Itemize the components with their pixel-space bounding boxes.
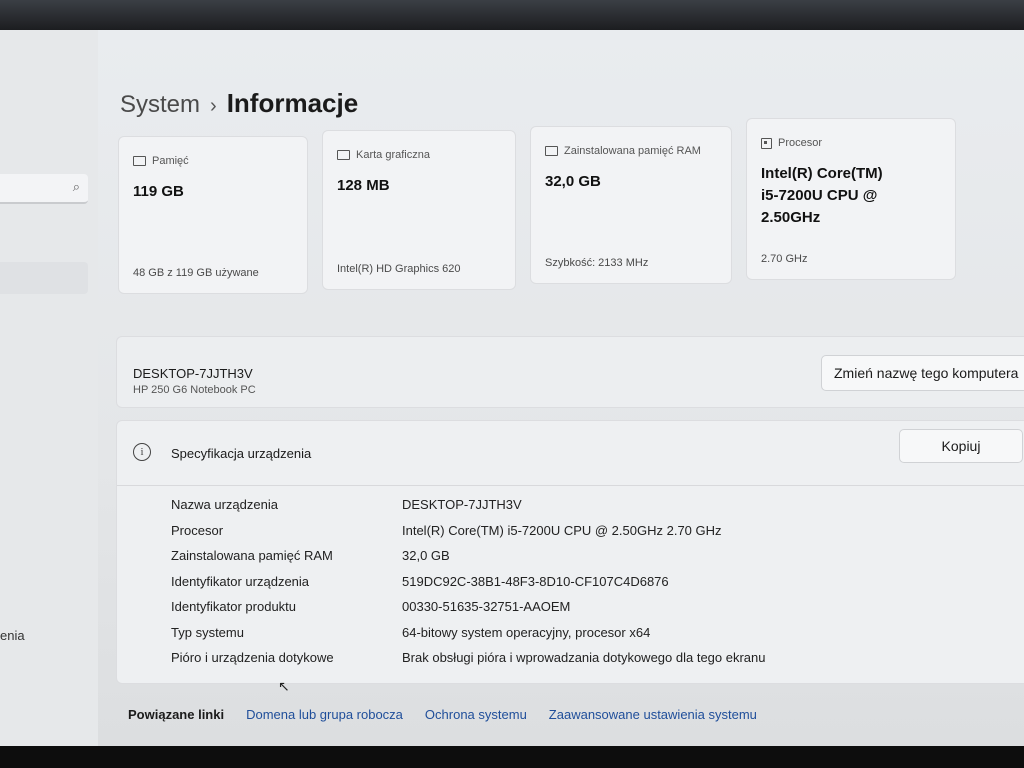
device-spec-title: Specyfikacja urządzenia bbox=[171, 446, 312, 461]
storage-icon bbox=[133, 156, 146, 166]
sidebar: ⌕ enia bbox=[0, 30, 98, 746]
spec-label: Typ systemu bbox=[171, 624, 244, 640]
storage-card-value: 119 GB bbox=[133, 183, 184, 200]
cpu-card-value: Intel(R) Core(TM) i5-7200U CPU @ 2.50GHz bbox=[761, 163, 883, 229]
spec-value: 32,0 GB bbox=[402, 548, 450, 563]
spec-row: Typ systemu 64-bitowy system operacyjny,… bbox=[117, 621, 1024, 647]
gpu-icon bbox=[337, 150, 350, 160]
device-spec-header[interactable]: i Specyfikacja urządzenia Kopiuj bbox=[117, 421, 1024, 486]
device-name-row: DESKTOP-7JJTH3V HP 250 G6 Notebook PC Zm… bbox=[116, 336, 1024, 408]
ram-card[interactable]: Zainstalowana pamięć RAM 32,0 GB Szybkoś… bbox=[530, 126, 732, 284]
spec-value: 00330-51635-32751-AAOEM bbox=[402, 599, 571, 614]
spec-label: Zainstalowana pamięć RAM bbox=[171, 548, 333, 563]
search-icon: ⌕ bbox=[72, 179, 80, 194]
screen-bezel-top bbox=[0, 0, 1024, 30]
spec-row: Procesor Intel(R) Core(TM) i5-7200U CPU … bbox=[117, 519, 1024, 545]
related-links: Powiązane linki Domena lub grupa robocza… bbox=[116, 694, 1024, 734]
spec-label: Nazwa urządzenia bbox=[171, 497, 278, 512]
cpu-card-value-line: Intel(R) Core(TM) bbox=[761, 165, 883, 182]
device-spec-section: i Specyfikacja urządzenia Kopiuj Nazwa u… bbox=[116, 420, 1024, 684]
ram-card-value: 32,0 GB bbox=[545, 173, 601, 190]
sidebar-search-input[interactable]: ⌕ bbox=[0, 174, 88, 204]
sidebar-item-label[interactable]: enia bbox=[0, 628, 25, 643]
spec-label: Identyfikator urządzenia bbox=[171, 573, 310, 589]
cpu-card-value-line: 2.50GHz bbox=[761, 209, 821, 226]
ram-card-title: Zainstalowana pamięć RAM bbox=[564, 145, 701, 157]
spec-label: Procesor bbox=[171, 522, 224, 538]
device-model: HP 250 G6 Notebook PC bbox=[133, 384, 256, 396]
spec-row: Identyfikator urządzenia 519DC92C-38B1-4… bbox=[117, 570, 1024, 596]
spec-row: Nazwa urządzenia DESKTOP-7JJTH3V bbox=[117, 493, 1024, 519]
ram-card-sub: Szybkość: 2133 MHz bbox=[545, 257, 649, 269]
breadcrumb: System › Informacje bbox=[120, 88, 358, 119]
copy-button[interactable]: Kopiuj bbox=[899, 429, 1023, 463]
info-icon: i bbox=[133, 443, 151, 461]
gpu-card-title: Karta graficzna bbox=[356, 149, 430, 161]
storage-card-title-row: Pamięć bbox=[133, 155, 189, 167]
gpu-card[interactable]: Karta graficzna 128 MB Intel(R) HD Graph… bbox=[322, 130, 516, 290]
spec-value: Brak obsługi pióra i wprowadzania dotyko… bbox=[402, 650, 766, 665]
spec-row: Zainstalowana pamięć RAM 32,0 GB bbox=[117, 544, 1024, 570]
mouse-cursor-icon: ↖ bbox=[278, 678, 290, 694]
link-domain-workgroup[interactable]: Domena lub grupa robocza bbox=[246, 707, 403, 722]
storage-card-sub: 48 GB z 119 GB używane bbox=[133, 267, 259, 279]
spec-label: Identyfikator produktu bbox=[171, 599, 297, 614]
device-spec-list: Nazwa urządzenia DESKTOP-7JJTH3V Proceso… bbox=[117, 493, 1024, 672]
cpu-card-title-row: Procesor bbox=[761, 137, 822, 149]
cpu-card-value-line: i5-7200U CPU @ bbox=[761, 187, 878, 204]
link-system-protection[interactable]: Ochrona systemu bbox=[425, 707, 527, 722]
sidebar-item-selected[interactable] bbox=[0, 262, 88, 294]
screen-bezel-bottom bbox=[0, 746, 1024, 768]
settings-window: ⌕ enia System › Informacje Pamięć 119 GB… bbox=[0, 30, 1024, 746]
link-advanced-system-settings[interactable]: Zaawansowane ustawienia systemu bbox=[549, 707, 757, 722]
cpu-card[interactable]: Procesor Intel(R) Core(TM) i5-7200U CPU … bbox=[746, 118, 956, 280]
spec-value: Intel(R) Core(TM) i5-7200U CPU @ 2.50GHz… bbox=[402, 522, 722, 538]
chevron-right-icon: › bbox=[210, 95, 217, 117]
page-title: Informacje bbox=[226, 88, 359, 118]
spec-value: 519DC92C-38B1-48F3-8D10-CF107C4D6876 bbox=[402, 573, 669, 589]
spec-row: Pióro i urządzenia dotykowe Brak obsługi… bbox=[117, 646, 1024, 672]
cpu-icon bbox=[761, 137, 772, 149]
spec-value: 64-bitowy system operacyjny, procesor x6… bbox=[402, 624, 651, 640]
cpu-card-sub: 2.70 GHz bbox=[761, 253, 808, 265]
gpu-card-title-row: Karta graficzna bbox=[337, 149, 430, 161]
rename-pc-button[interactable]: Zmień nazwę tego komputera bbox=[821, 355, 1024, 391]
ram-card-title-row: Zainstalowana pamięć RAM bbox=[545, 145, 701, 157]
breadcrumb-parent[interactable]: System bbox=[120, 91, 200, 119]
storage-card[interactable]: Pamięć 119 GB 48 GB z 119 GB używane bbox=[118, 136, 308, 294]
storage-card-title: Pamięć bbox=[152, 155, 189, 167]
cpu-card-title: Procesor bbox=[778, 137, 823, 149]
spec-row: Identyfikator produktu 00330-51635-32751… bbox=[117, 595, 1024, 621]
spec-value: DESKTOP-7JJTH3V bbox=[402, 497, 522, 512]
device-name: DESKTOP-7JJTH3V bbox=[133, 366, 253, 381]
gpu-card-sub: Intel(R) HD Graphics 620 bbox=[337, 263, 461, 275]
related-links-title: Powiązane linki bbox=[128, 706, 225, 722]
gpu-card-value: 128 MB bbox=[337, 177, 390, 194]
ram-icon bbox=[545, 146, 558, 156]
spec-label: Pióro i urządzenia dotykowe bbox=[171, 650, 334, 665]
